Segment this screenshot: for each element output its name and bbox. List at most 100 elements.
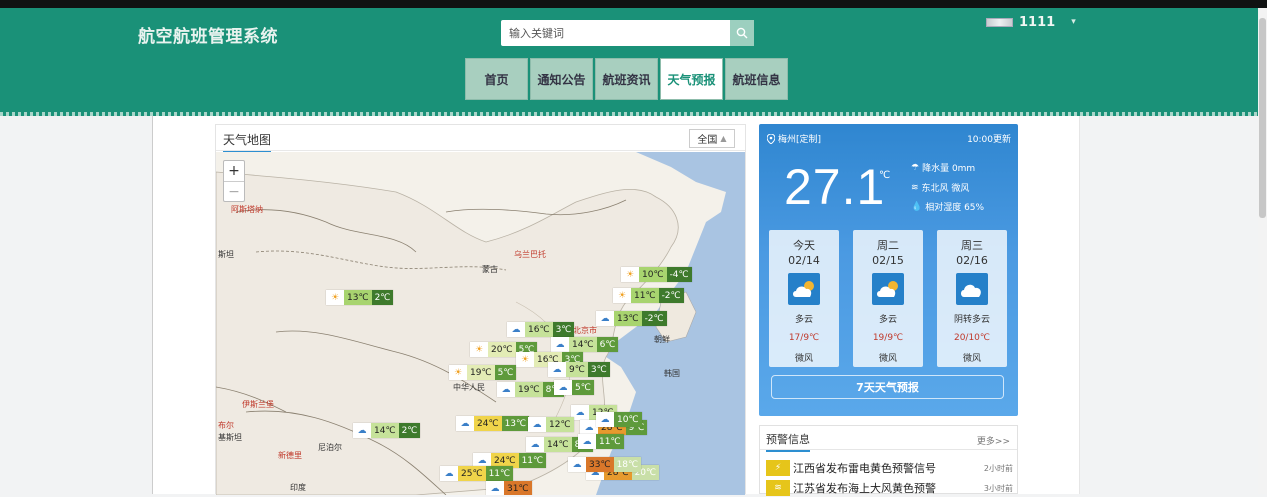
day-temps: 17/9℃ [788,333,820,343]
weather-label[interactable]: ☁ 9℃ 3℃ [548,362,610,377]
high-temp: 13℃ [614,311,642,326]
weather-label[interactable]: ☁ 24℃ 13℃ [456,416,530,431]
high-temp: 14℃ [544,437,572,452]
site-title: 航空航班管理系统 [138,27,278,47]
sun-icon: ☀ [621,267,639,282]
weather-label[interactable]: ☁ 14℃ 2℃ [353,423,421,438]
weather-label[interactable]: ☁ 11℃ [578,434,624,449]
cloudy-icon [956,273,988,305]
cloud-icon: ☁ [596,311,614,326]
high-temp: 14℃ [569,337,597,352]
weather-label[interactable]: ☀ 13℃ 2℃ [326,290,394,305]
high-temp: 10℃ [639,267,667,282]
main-nav: 首页 通知公告 航班资讯 天气预报 航班信息 [465,58,788,100]
low-temp: -4℃ [666,267,692,282]
zoom-out-button[interactable]: − [224,181,244,201]
map-place-label: 尼泊尔 [318,443,342,452]
low-temp: 10℃ [614,412,642,427]
cloud-icon: ☁ [548,362,566,377]
weather-label[interactable]: ☁ 25℃ 11℃ [440,466,514,481]
day-wind: 微风 [878,354,897,364]
cloud-icon: ☁ [507,322,525,337]
cloud-icon: ☁ [440,466,458,481]
search-button[interactable] [730,20,754,46]
wind-text: 东北风 微风 [921,184,970,194]
droplet-icon: 💧 [911,201,923,212]
page-scrollbar[interactable] [1258,8,1267,494]
weather-label[interactable]: ☁ 5℃ [554,380,594,395]
location-name: 梅州[定制] [778,135,822,145]
scope-label: 全国 [697,135,718,146]
weather-label[interactable]: ☀ 11℃ -2℃ [613,288,684,303]
user-menu[interactable]: 1111 ▾ [986,13,1076,31]
high-temp: 33℃ [586,457,614,472]
cloud-icon: ☁ [551,337,569,352]
alert-title: 预警信息 [766,431,810,452]
search-icon [736,27,748,39]
cloud-icon: ☁ [554,380,572,395]
low-temp: 18℃ [613,457,642,472]
tab-flight-info[interactable]: 航班信息 [725,58,788,100]
forecast-day: 周二 02/15 多云 19/9℃ 微风 [853,230,923,367]
tab-notices[interactable]: 通知公告 [530,58,593,100]
map-place-label: 乌兰巴托 [514,250,546,259]
zoom-control: + − [223,160,245,202]
day-temps: 19/9℃ [872,333,904,343]
rainfall: ☂ 降水量 0mm [911,161,975,175]
alert-item[interactable]: ⚡ 江西省发布雷电黄色预警信号 2小时前 [766,459,1013,477]
current-weather-card: 梅州[定制] 10:00更新 27.1 ℃ ☂ 降水量 0mm ≋ 东北风 微风 💧… [759,124,1018,416]
map-place-label: 北京市 [573,326,597,335]
user-name: 1111 [1019,14,1056,30]
alert-time: 2小时前 [983,463,1013,473]
low-temp: -2℃ [641,311,667,326]
day-name: 今天 [793,239,815,252]
high-temp: 25℃ [458,466,486,481]
high-temp: 14℃ [371,423,399,438]
low-temp: 3℃ [552,322,575,337]
weather-label[interactable]: ☁ 31℃ [486,481,532,495]
location[interactable]: 梅州[定制] [767,132,821,145]
low-temp: 11℃ [596,434,624,449]
weather-label[interactable]: ☀ 10℃ -4℃ [621,267,692,282]
low-temp: 11℃ [485,466,514,481]
weather-map[interactable]: + − 阿斯塔纳 乌兰巴托 蒙古 斯坦 北京市 朝鲜 韩国 中华人民 布尔 伊斯兰堡 基斯坦 尼泊尔新… [216,152,745,495]
alert-card-header: 预警信息 更多>> [760,426,1017,452]
weather-label[interactable]: ☀ 19℃ 5℃ [449,365,517,380]
seven-day-forecast-button[interactable]: 7天天气预报 [771,375,1004,399]
map-place-label: 中华人民 [453,383,485,392]
sun-icon: ☀ [516,352,534,367]
day-weather: 多云 [794,315,813,325]
sun-icon: ☀ [326,290,344,305]
site-header: 航空航班管理系统 1111 ▾ 首页 通知公告 航班资讯 天气预报 航班信息 [0,8,1267,116]
map-title: 天气地图 [223,131,272,153]
weather-label[interactable]: ☁12℃ [528,417,574,432]
weather-label[interactable]: ☁ 16℃ 3℃ [507,322,575,337]
low-temp: 6℃ [596,337,619,352]
scope-select[interactable]: 全国 ▲ [689,129,735,148]
sun-icon: ☀ [613,288,631,303]
search-box [501,20,754,46]
day-weather: 多云 [878,315,897,325]
search-input[interactable] [501,20,730,46]
day-date: 02/15 [872,254,904,267]
scrollbar-thumb[interactable] [1259,18,1266,218]
alert-item[interactable]: ≋ 江苏省发布海上大风黄色预警 3小时前 [766,479,1013,497]
weather-label[interactable]: ☁ 14℃ 6℃ [551,337,619,352]
more-link[interactable]: 更多>> [977,434,1010,447]
weather-label[interactable]: ☁ 10℃ [596,412,642,427]
map-place-label: 朝鲜 [654,335,670,344]
high-temp: 9℃ [566,362,588,377]
weather-label[interactable]: ☁ 13℃ -2℃ [596,311,667,326]
zoom-in-button[interactable]: + [224,161,244,181]
temperature-unit: ℃ [879,170,891,181]
tab-home[interactable]: 首页 [465,58,528,100]
tab-weather[interactable]: 天气预报 [660,58,723,100]
weather-label[interactable]: ☁ 33℃ 18℃ [568,457,642,472]
forecast-day: 周三 02/16 阴转多云 20/10℃ 微风 [937,230,1007,367]
map-place-label: 韩国 [664,369,680,378]
cloud-icon: ☁ [596,412,614,427]
day-weather: 阴转多云 [953,315,990,325]
tab-flight-news[interactable]: 航班资讯 [595,58,658,100]
cloud-icon: ☁ [456,416,474,431]
location-pin-icon [767,133,775,144]
